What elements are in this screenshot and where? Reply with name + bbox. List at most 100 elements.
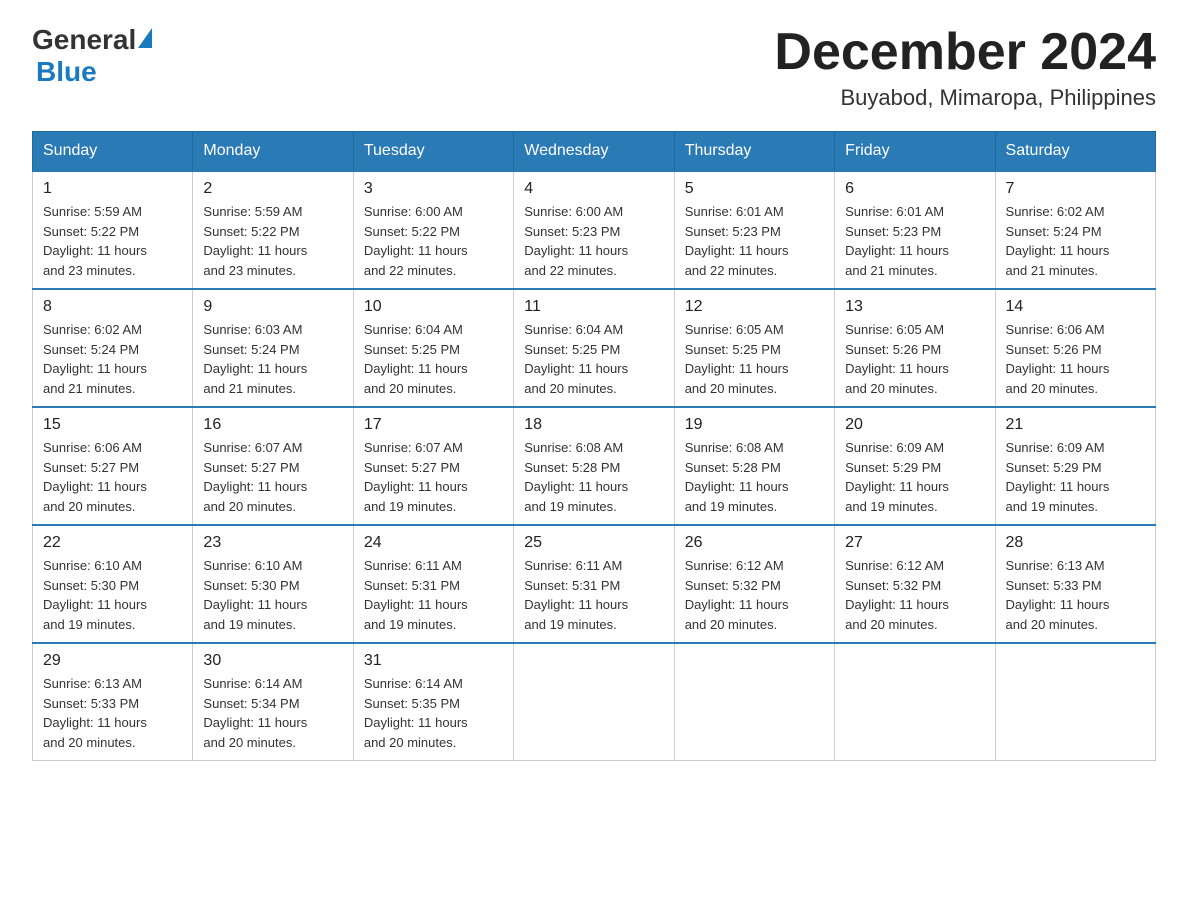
day-number: 27 <box>845 534 984 552</box>
day-number: 9 <box>203 298 342 316</box>
day-info: Sunrise: 6:00 AMSunset: 5:22 PMDaylight:… <box>364 202 503 280</box>
header-tuesday: Tuesday <box>353 132 513 172</box>
day-info: Sunrise: 6:14 AMSunset: 5:34 PMDaylight:… <box>203 674 342 752</box>
day-number: 29 <box>43 652 182 670</box>
calendar-cell: 22 Sunrise: 6:10 AMSunset: 5:30 PMDayligh… <box>33 525 193 643</box>
day-number: 8 <box>43 298 182 316</box>
day-info: Sunrise: 6:10 AMSunset: 5:30 PMDaylight:… <box>43 556 182 634</box>
day-info: Sunrise: 6:01 AMSunset: 5:23 PMDaylight:… <box>685 202 824 280</box>
calendar-cell: 2 Sunrise: 5:59 AMSunset: 5:22 PMDaylight… <box>193 171 353 289</box>
day-info: Sunrise: 6:11 AMSunset: 5:31 PMDaylight:… <box>364 556 503 634</box>
day-number: 2 <box>203 180 342 198</box>
calendar-body: 1 Sunrise: 5:59 AMSunset: 5:22 PMDaylight… <box>33 171 1156 761</box>
day-number: 1 <box>43 180 182 198</box>
day-number: 25 <box>524 534 663 552</box>
day-info: Sunrise: 5:59 AMSunset: 5:22 PMDaylight:… <box>43 202 182 280</box>
day-info: Sunrise: 6:01 AMSunset: 5:23 PMDaylight:… <box>845 202 984 280</box>
day-info: Sunrise: 6:09 AMSunset: 5:29 PMDaylight:… <box>845 438 984 516</box>
day-number: 10 <box>364 298 503 316</box>
day-info: Sunrise: 6:10 AMSunset: 5:30 PMDaylight:… <box>203 556 342 634</box>
day-info: Sunrise: 5:59 AMSunset: 5:22 PMDaylight:… <box>203 202 342 280</box>
day-info: Sunrise: 6:00 AMSunset: 5:23 PMDaylight:… <box>524 202 663 280</box>
calendar-header: Sunday Monday Tuesday Wednesday Thursday… <box>33 132 1156 172</box>
header-sunday: Sunday <box>33 132 193 172</box>
day-number: 21 <box>1006 416 1145 434</box>
calendar-cell: 5 Sunrise: 6:01 AMSunset: 5:23 PMDaylight… <box>674 171 834 289</box>
day-info: Sunrise: 6:03 AMSunset: 5:24 PMDaylight:… <box>203 320 342 398</box>
day-number: 13 <box>845 298 984 316</box>
day-number: 26 <box>685 534 824 552</box>
day-number: 20 <box>845 416 984 434</box>
calendar-cell: 17 Sunrise: 6:07 AMSunset: 5:27 PMDayligh… <box>353 407 513 525</box>
day-number: 11 <box>524 298 663 316</box>
logo-triangle-icon <box>138 28 152 48</box>
day-info: Sunrise: 6:08 AMSunset: 5:28 PMDaylight:… <box>685 438 824 516</box>
calendar-cell: 9 Sunrise: 6:03 AMSunset: 5:24 PMDaylight… <box>193 289 353 407</box>
day-number: 14 <box>1006 298 1145 316</box>
day-number: 28 <box>1006 534 1145 552</box>
calendar-cell: 6Sunrise: 6:01 AMSunset: 5:23 PMDaylight… <box>835 171 995 289</box>
calendar-cell: 7 Sunrise: 6:02 AMSunset: 5:24 PMDaylight… <box>995 171 1155 289</box>
calendar-cell: 13 Sunrise: 6:05 AMSunset: 5:26 PMDayligh… <box>835 289 995 407</box>
day-number: 17 <box>364 416 503 434</box>
calendar-cell: 30 Sunrise: 6:14 AMSunset: 5:34 PMDayligh… <box>193 643 353 761</box>
day-info: Sunrise: 6:14 AMSunset: 5:35 PMDaylight:… <box>364 674 503 752</box>
location-title: Buyabod, Mimaropa, Philippines <box>774 85 1156 111</box>
day-number: 18 <box>524 416 663 434</box>
logo-area: General Blue <box>32 24 152 88</box>
day-number: 7 <box>1006 180 1145 198</box>
week-row-5: 29 Sunrise: 6:13 AMSunset: 5:33 PMDayligh… <box>33 643 1156 761</box>
calendar-cell: 21Sunrise: 6:09 AMSunset: 5:29 PMDayligh… <box>995 407 1155 525</box>
calendar-table: Sunday Monday Tuesday Wednesday Thursday… <box>32 131 1156 761</box>
day-info: Sunrise: 6:12 AMSunset: 5:32 PMDaylight:… <box>685 556 824 634</box>
day-number: 19 <box>685 416 824 434</box>
header-thursday: Thursday <box>674 132 834 172</box>
header-friday: Friday <box>835 132 995 172</box>
title-area: December 2024 Buyabod, Mimaropa, Philipp… <box>774 24 1156 111</box>
week-row-3: 15 Sunrise: 6:06 AMSunset: 5:27 PMDayligh… <box>33 407 1156 525</box>
header-saturday: Saturday <box>995 132 1155 172</box>
day-info: Sunrise: 6:12 AMSunset: 5:32 PMDaylight:… <box>845 556 984 634</box>
calendar-cell: 1 Sunrise: 5:59 AMSunset: 5:22 PMDaylight… <box>33 171 193 289</box>
weekday-header-row: Sunday Monday Tuesday Wednesday Thursday… <box>33 132 1156 172</box>
calendar-cell: 18 Sunrise: 6:08 AMSunset: 5:28 PMDayligh… <box>514 407 674 525</box>
day-info: Sunrise: 6:04 AMSunset: 5:25 PMDaylight:… <box>364 320 503 398</box>
calendar-cell: 31Sunrise: 6:14 AMSunset: 5:35 PMDayligh… <box>353 643 513 761</box>
day-info: Sunrise: 6:02 AMSunset: 5:24 PMDaylight:… <box>1006 202 1145 280</box>
calendar-cell: 16Sunrise: 6:07 AMSunset: 5:27 PMDayligh… <box>193 407 353 525</box>
day-number: 22 <box>43 534 182 552</box>
calendar-cell: 29 Sunrise: 6:13 AMSunset: 5:33 PMDayligh… <box>33 643 193 761</box>
calendar-cell <box>835 643 995 761</box>
day-number: 15 <box>43 416 182 434</box>
day-number: 5 <box>685 180 824 198</box>
calendar-cell: 26 Sunrise: 6:12 AMSunset: 5:32 PMDayligh… <box>674 525 834 643</box>
calendar-cell: 4 Sunrise: 6:00 AMSunset: 5:23 PMDaylight… <box>514 171 674 289</box>
header-monday: Monday <box>193 132 353 172</box>
page-header: General Blue December 2024 Buyabod, Mima… <box>32 24 1156 111</box>
header-wednesday: Wednesday <box>514 132 674 172</box>
calendar-cell: 19 Sunrise: 6:08 AMSunset: 5:28 PMDayligh… <box>674 407 834 525</box>
calendar-cell: 28Sunrise: 6:13 AMSunset: 5:33 PMDayligh… <box>995 525 1155 643</box>
day-number: 12 <box>685 298 824 316</box>
day-info: Sunrise: 6:13 AMSunset: 5:33 PMDaylight:… <box>43 674 182 752</box>
calendar-cell: 27 Sunrise: 6:12 AMSunset: 5:32 PMDayligh… <box>835 525 995 643</box>
day-number: 16 <box>203 416 342 434</box>
calendar-cell: 8Sunrise: 6:02 AMSunset: 5:24 PMDaylight… <box>33 289 193 407</box>
calendar-cell: 20 Sunrise: 6:09 AMSunset: 5:29 PMDayligh… <box>835 407 995 525</box>
week-row-4: 22 Sunrise: 6:10 AMSunset: 5:30 PMDayligh… <box>33 525 1156 643</box>
calendar-cell: 10 Sunrise: 6:04 AMSunset: 5:25 PMDayligh… <box>353 289 513 407</box>
week-row-1: 1 Sunrise: 5:59 AMSunset: 5:22 PMDaylight… <box>33 171 1156 289</box>
day-number: 4 <box>524 180 663 198</box>
calendar-cell: 23Sunrise: 6:10 AMSunset: 5:30 PMDayligh… <box>193 525 353 643</box>
day-number: 30 <box>203 652 342 670</box>
calendar-cell: 3Sunrise: 6:00 AMSunset: 5:22 PMDaylight… <box>353 171 513 289</box>
calendar-cell: 24 Sunrise: 6:11 AMSunset: 5:31 PMDayligh… <box>353 525 513 643</box>
logo-blue: Blue <box>36 56 97 88</box>
day-info: Sunrise: 6:07 AMSunset: 5:27 PMDaylight:… <box>364 438 503 516</box>
day-info: Sunrise: 6:08 AMSunset: 5:28 PMDaylight:… <box>524 438 663 516</box>
day-info: Sunrise: 6:06 AMSunset: 5:27 PMDaylight:… <box>43 438 182 516</box>
day-info: Sunrise: 6:05 AMSunset: 5:26 PMDaylight:… <box>845 320 984 398</box>
calendar-cell: 12Sunrise: 6:05 AMSunset: 5:25 PMDayligh… <box>674 289 834 407</box>
day-info: Sunrise: 6:11 AMSunset: 5:31 PMDaylight:… <box>524 556 663 634</box>
day-number: 24 <box>364 534 503 552</box>
